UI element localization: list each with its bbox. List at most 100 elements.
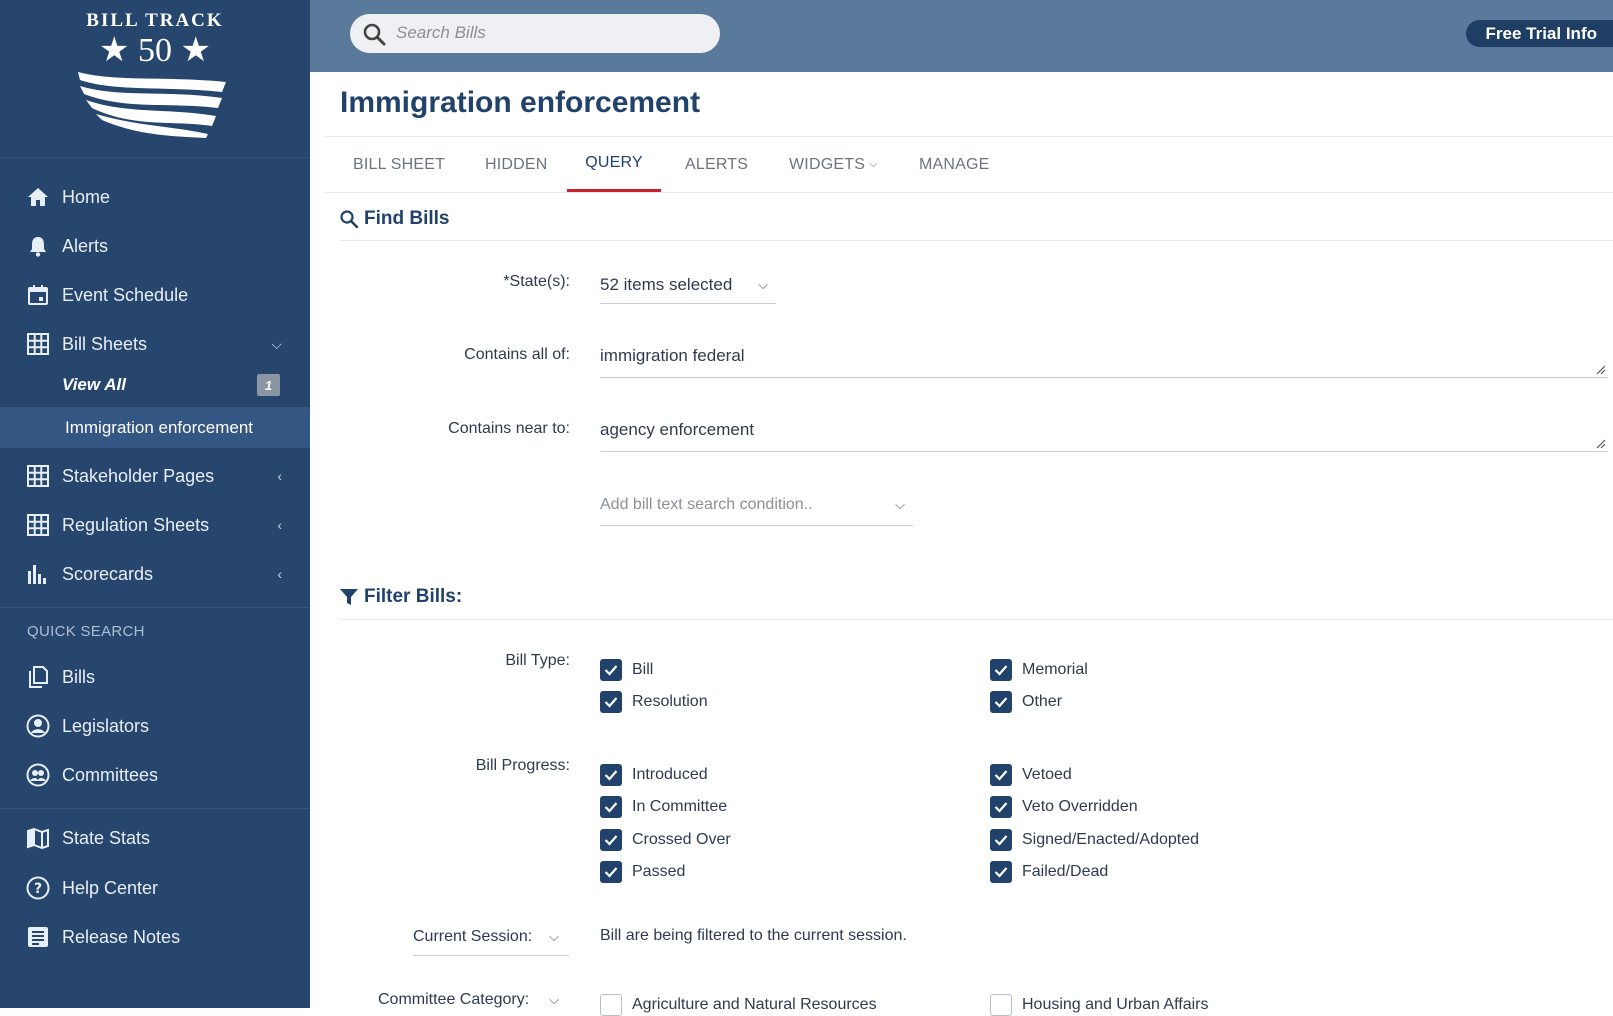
states-dropdown[interactable]: 52 items selected ⌵: [600, 266, 776, 304]
checkbox-label: Signed/Enacted/Adopted: [1022, 831, 1200, 848]
contains-all-input[interactable]: immigration federal: [600, 336, 1608, 378]
sidebar-item-label: Legislators: [62, 715, 150, 736]
bill-type-checkbox-other[interactable]: Other: [990, 691, 1062, 713]
sidebar-item-label: State Stats: [62, 827, 151, 848]
checkbox-label: Vetoed: [1022, 766, 1072, 783]
bill-type-label: Bill Type:: [505, 652, 570, 669]
sidebar-item-bill-sheets[interactable]: Bill Sheets ⌵: [0, 322, 310, 366]
sidebar-item-label: Help Center: [62, 877, 159, 898]
sidebar-item-label: Scorecards: [62, 563, 154, 584]
tab-alerts[interactable]: ALERTS: [685, 137, 748, 192]
person-icon: [26, 714, 50, 738]
sidebar-item-label: Home: [62, 186, 111, 207]
current-session-note: Bill are being filtered to the current s…: [600, 927, 907, 944]
checkbox-checked-icon: [600, 796, 622, 818]
sidebar-subitem-immigration-enforcement[interactable]: Immigration enforcement: [0, 407, 310, 448]
checkbox-label: In Committee: [632, 798, 728, 815]
committee-checkbox-housing[interactable]: Housing and Urban Affairs: [990, 994, 1208, 1016]
resize-handle-icon[interactable]: [1596, 365, 1606, 375]
calendar-icon: [26, 283, 50, 307]
checkbox-unchecked-icon: [990, 994, 1012, 1016]
committee-category-label: Committee Category:: [378, 991, 530, 1008]
divider: [340, 619, 1613, 620]
bill-sheets-count-badge: 1: [257, 374, 280, 396]
sidebar-item-legislators[interactable]: Legislators: [0, 704, 310, 748]
grid-icon: [26, 464, 50, 488]
chevron-down-icon: ⌵: [549, 928, 559, 944]
progress-checkbox-passed[interactable]: Passed: [600, 861, 685, 883]
sidebar-item-label: Committees: [62, 764, 159, 785]
checkbox-label: Failed/Dead: [1022, 863, 1109, 880]
checkbox-checked-icon: [990, 659, 1012, 681]
sidebar-item-release-notes[interactable]: Release Notes: [0, 915, 310, 959]
help-icon: ?: [26, 876, 50, 900]
top-bar: Free Trial Info: [310, 0, 1613, 72]
states-label: *State(s):: [503, 273, 570, 290]
sidebar-item-regulation-sheets[interactable]: Regulation Sheets ‹: [0, 503, 310, 547]
sidebar-subitem-view-all[interactable]: View All 1: [0, 365, 310, 405]
checkbox-unchecked-icon: [600, 994, 622, 1016]
progress-checkbox-crossed-over[interactable]: Crossed Over: [600, 829, 731, 851]
progress-checkbox-signed-enacted-adopted[interactable]: Signed/Enacted/Adopted: [990, 829, 1199, 851]
chevron-left-icon: ‹: [277, 517, 282, 533]
sidebar-item-scorecards[interactable]: Scorecards ‹: [0, 552, 310, 596]
tab-manage[interactable]: MANAGE: [919, 137, 990, 192]
sidebar-item-label: Bill Sheets: [62, 333, 148, 354]
free-trial-info-button[interactable]: Free Trial Info: [1465, 20, 1613, 47]
sidebar-item-home[interactable]: Home: [0, 175, 310, 219]
bill-type-checkbox-memorial[interactable]: Memorial: [990, 659, 1088, 681]
tab-bar: BILL SHEET HIDDEN QUERY ALERTS WIDGETS ⌵…: [325, 137, 1613, 193]
sidebar-item-label: Alerts: [62, 235, 109, 256]
sidebar-item-label: Stakeholder Pages: [62, 465, 215, 486]
flag-waves-icon: [78, 72, 226, 138]
sidebar-item-help-center[interactable]: ? Help Center: [0, 866, 310, 910]
contains-near-label: Contains near to:: [448, 420, 570, 437]
resize-handle-icon[interactable]: [1596, 439, 1606, 449]
checkbox-label: Introduced: [632, 766, 708, 783]
sidebar-item-label: Regulation Sheets: [62, 514, 210, 535]
bill-type-checkbox-resolution[interactable]: Resolution: [600, 691, 708, 713]
document-icon: [26, 665, 50, 689]
logo-text-line1: BILL TRACK: [86, 10, 224, 31]
search-bar[interactable]: [350, 14, 720, 53]
billtrack50-logo[interactable]: BILL TRACK ★ 50 ★: [0, 0, 310, 158]
sidebar-item-committees[interactable]: Committees: [0, 753, 310, 797]
sidebar-item-alerts[interactable]: Alerts: [0, 224, 310, 268]
progress-checkbox-introduced[interactable]: Introduced: [600, 764, 708, 786]
checkbox-checked-icon: [990, 691, 1012, 713]
logo-text-line2: ★ 50 ★: [99, 32, 211, 69]
sidebar-item-bills[interactable]: Bills: [0, 655, 310, 699]
committee-checkbox-agriculture[interactable]: Agriculture and Natural Resources: [600, 994, 877, 1016]
add-condition-dropdown[interactable]: Add bill text search condition.. ⌵: [600, 484, 913, 526]
contains-near-input[interactable]: agency enforcement: [600, 410, 1608, 452]
tab-widgets[interactable]: WIDGETS ⌵: [789, 137, 878, 192]
grid-icon: [26, 513, 50, 537]
sidebar-item-stakeholder-pages[interactable]: Stakeholder Pages ‹: [0, 454, 310, 498]
tab-query[interactable]: QUERY: [567, 137, 661, 192]
sidebar-item-state-stats[interactable]: State Stats: [0, 816, 310, 860]
tab-hidden[interactable]: HIDDEN: [485, 137, 548, 192]
active-sheet-label: Immigration enforcement: [65, 417, 254, 437]
committee-category-dropdown[interactable]: Committee Category: ⌵: [378, 985, 569, 1015]
bill-type-checkbox-bill[interactable]: Bill: [600, 659, 653, 681]
sidebar-item-event-schedule[interactable]: Event Schedule: [0, 273, 310, 317]
contains-near-value: agency enforcement: [600, 420, 755, 439]
current-session-dropdown[interactable]: Current Session: ⌵: [413, 918, 569, 956]
notes-icon: [26, 925, 50, 949]
chevron-down-icon: ⌵: [271, 335, 282, 352]
current-session-label: Current Session:: [413, 927, 533, 945]
grid-icon: [26, 332, 50, 356]
divider: [340, 240, 1613, 241]
tab-bill-sheet[interactable]: BILL SHEET: [353, 137, 445, 192]
contains-all-value: immigration federal: [600, 346, 745, 365]
checkbox-label: Resolution: [632, 693, 708, 710]
progress-checkbox-veto-overridden[interactable]: Veto Overridden: [990, 796, 1138, 818]
search-input[interactable]: [394, 20, 694, 46]
svg-text:?: ?: [34, 881, 42, 897]
progress-checkbox-vetoed[interactable]: Vetoed: [990, 764, 1072, 786]
checkbox-label: Bill: [632, 661, 654, 678]
chevron-left-icon: ‹: [277, 468, 282, 484]
progress-checkbox-failed-dead[interactable]: Failed/Dead: [990, 861, 1108, 883]
progress-checkbox-in-committee[interactable]: In Committee: [600, 796, 727, 818]
sidebar-divider: [0, 808, 310, 809]
